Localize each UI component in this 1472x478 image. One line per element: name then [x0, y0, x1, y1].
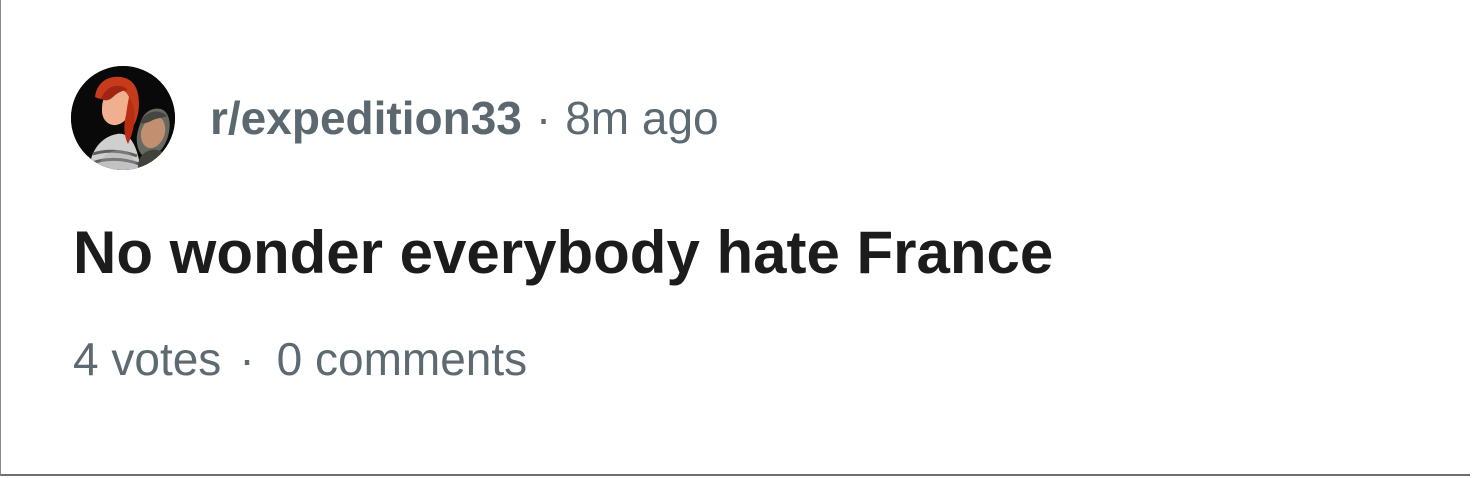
post-header: r/expedition33 · 8m ago	[71, 66, 719, 170]
post-title[interactable]: No wonder everybody hate France	[73, 220, 1053, 286]
subreddit-avatar[interactable]	[71, 66, 175, 170]
avatar-image-icon	[71, 66, 175, 170]
post-timestamp: 8m ago	[565, 92, 719, 144]
post-meta: r/expedition33 · 8m ago	[210, 95, 719, 141]
stats-separator: ·	[239, 333, 255, 385]
comment-count-link[interactable]: 0 comments	[277, 336, 528, 382]
post-stats: 4 votes · 0 comments	[73, 336, 527, 382]
post-card[interactable]: r/expedition33 · 8m ago No wonder everyb…	[0, 0, 1470, 476]
vote-count[interactable]: 4 votes	[73, 336, 221, 382]
meta-separator: ·	[535, 92, 552, 144]
subreddit-link[interactable]: r/expedition33	[210, 95, 522, 141]
